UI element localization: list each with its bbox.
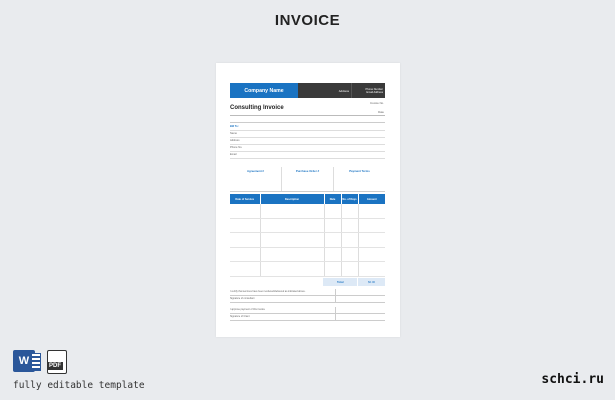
format-icons: W PDF — [13, 350, 67, 374]
column-header: Amount — [358, 194, 385, 204]
bill-to-label: Bill To: — [230, 124, 385, 131]
bill-field-name: Name — [230, 131, 385, 138]
certify-statement: I certify that services have been render… — [230, 288, 385, 296]
column-header: Rate — [324, 194, 342, 204]
divider — [230, 116, 385, 123]
invoice-number-label: Invoice No. — [370, 101, 384, 105]
table-row — [230, 232, 385, 248]
invoice-preview: Company Name Address Phone Number Email … — [216, 63, 400, 337]
agreement-label: Agreement # — [247, 169, 264, 173]
company-name: Company Name — [230, 83, 298, 98]
bill-field-email: Email — [230, 152, 385, 159]
column-header: No. of Days — [341, 194, 359, 204]
company-address: Address — [298, 83, 351, 98]
invoice-meta: Agreement # Purchase Order # Payment Ter… — [230, 167, 385, 192]
invoice-title: Consulting Invoice — [230, 105, 284, 111]
invoice-header: Company Name Address Phone Number Email … — [230, 83, 385, 98]
items-table: Date of Service Description Rate No. of … — [230, 194, 385, 277]
table-row — [230, 247, 385, 262]
approve-statement: I approve payment of this invoice — [230, 306, 385, 314]
bill-field-phone: Phone No. — [230, 145, 385, 152]
tagline: fully editable template — [13, 380, 145, 391]
invoice-date-label: Date — [378, 110, 384, 114]
company-email: Email Address — [366, 90, 383, 94]
pdf-icon: PDF — [47, 350, 67, 374]
bill-to-section: Bill To: Name Address Phone No. Email — [230, 124, 385, 159]
total-value: $0.00 — [357, 277, 385, 286]
brand-logo: schci.ru — [541, 372, 604, 387]
consultant-signature-line: Signature of consultant — [230, 295, 385, 303]
invoice-title-row: Consulting Invoice Invoice No. Date — [230, 98, 385, 116]
column-header: Date of Service — [230, 194, 261, 204]
bill-field-address: Address — [230, 138, 385, 145]
payment-terms-label: Payment Terms — [333, 167, 385, 191]
column-header: Description — [260, 194, 325, 204]
total-row: Total $0.00 — [230, 277, 385, 286]
client-signature-line: Signature of Client — [230, 313, 385, 321]
page-title: INVOICE — [274, 12, 341, 29]
items-header-row: Date of Service Description Rate No. of … — [230, 194, 385, 204]
table-row — [230, 204, 385, 219]
table-row — [230, 218, 385, 233]
purchase-order-label: Purchase Order # — [281, 167, 333, 191]
word-icon: W — [13, 350, 41, 372]
invoice-document: Company Name Address Phone Number Email … — [230, 83, 385, 321]
total-label: Total — [323, 277, 358, 286]
company-contact: Phone Number Email Address — [351, 83, 385, 98]
table-row — [230, 261, 385, 277]
certification-section: I certify that services have been render… — [230, 288, 385, 321]
